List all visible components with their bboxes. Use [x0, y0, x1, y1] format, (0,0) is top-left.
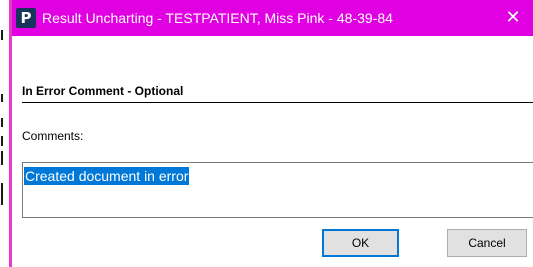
comments-selected-text: Created document in error: [24, 167, 190, 185]
background-mark: [1, 30, 3, 40]
background-mark: [1, 183, 3, 205]
section-title: In Error Comment - Optional: [22, 84, 184, 98]
background-mark: [1, 94, 3, 102]
ok-button[interactable]: OK: [322, 229, 399, 257]
dialog-title: Result Uncharting - TESTPATIENT, Miss Pi…: [42, 10, 393, 26]
close-button[interactable]: ✕: [493, 0, 533, 36]
section-divider: [22, 102, 533, 103]
dialog-titlebar[interactable]: P Result Uncharting - TESTPATIENT, Miss …: [12, 0, 533, 36]
app-logo-icon: P: [16, 8, 36, 28]
background-mark: [1, 136, 3, 146]
background-mark: [1, 151, 3, 165]
background-mark: [1, 118, 3, 127]
cancel-button[interactable]: Cancel: [447, 229, 527, 257]
close-icon: ✕: [505, 7, 521, 28]
comments-label: Comments:: [22, 129, 84, 143]
dialog-body: In Error Comment - Optional Comments: Cr…: [12, 36, 533, 267]
comments-textarea[interactable]: Created document in error: [22, 162, 533, 218]
